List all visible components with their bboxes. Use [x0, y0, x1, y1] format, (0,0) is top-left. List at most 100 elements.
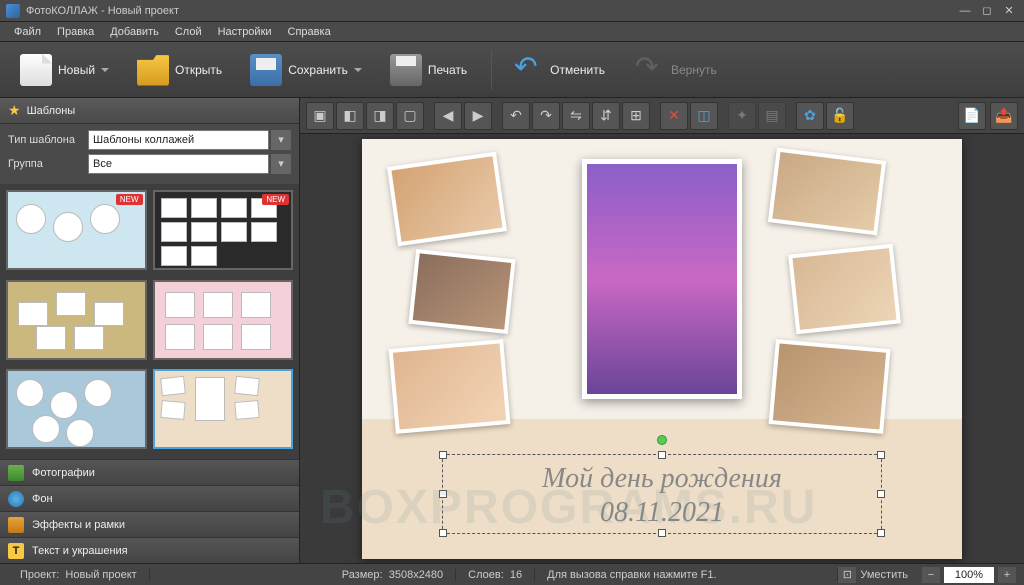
crop-button[interactable]: ◫ [690, 102, 718, 130]
template-thumb[interactable]: NEW [153, 190, 294, 270]
redo-icon [633, 54, 665, 86]
collage-photo[interactable] [387, 151, 507, 246]
redo-button: Вернуть [621, 48, 729, 92]
flip-v-button[interactable]: ⇵ [592, 102, 620, 130]
accordion-photos-label: Фотографии [32, 467, 95, 479]
align-left-button[interactable]: ◀ [434, 102, 462, 130]
group-select[interactable]: Все [88, 154, 269, 174]
zoom-value[interactable]: 100% [944, 567, 994, 583]
resize-handle[interactable] [877, 451, 885, 459]
print-button[interactable]: Печать [378, 48, 479, 92]
collage-center-photo[interactable] [582, 159, 742, 399]
type-label: Тип шаблона [8, 134, 88, 146]
center-button[interactable]: ⊞ [622, 102, 650, 130]
canvas-viewport[interactable]: Мой день рождения 08.11.2021 [300, 134, 1024, 563]
template-filters: Тип шаблона Шаблоны коллажей ▾ Группа Вс… [0, 124, 299, 184]
accordion-background[interactable]: Фон [0, 485, 299, 511]
caption-line2[interactable]: 08.11.2021 [443, 497, 881, 529]
save-button[interactable]: Сохранить [238, 48, 374, 92]
template-thumb[interactable]: NEW [6, 190, 147, 270]
export-button[interactable]: 📤 [990, 102, 1018, 130]
toolbar-separator [491, 50, 492, 90]
send-back-button[interactable]: ▢ [396, 102, 424, 130]
accordion-effects-label: Эффекты и рамки [32, 519, 125, 531]
folder-icon [137, 54, 169, 86]
templates-tab[interactable]: ★ Шаблоны [0, 98, 299, 124]
settings-button[interactable]: ✿ [796, 102, 824, 130]
add-page-button[interactable]: 📄 [958, 102, 986, 130]
zoom-fit-button[interactable]: ⊡ [838, 567, 856, 583]
menu-file[interactable]: Файл [6, 24, 49, 40]
template-thumb[interactable] [153, 280, 294, 360]
collage-canvas[interactable]: Мой день рождения 08.11.2021 [362, 139, 962, 559]
left-panel: ★ Шаблоны Тип шаблона Шаблоны коллажей ▾… [0, 98, 300, 563]
delete-button[interactable]: ✕ [660, 102, 688, 130]
new-button[interactable]: Новый [8, 48, 121, 92]
work-area: ★ Шаблоны Тип шаблона Шаблоны коллажей ▾… [0, 98, 1024, 563]
collage-photo[interactable] [408, 248, 515, 333]
align-right-button[interactable]: ▶ [464, 102, 492, 130]
zoom-fit-label[interactable]: Уместить [860, 569, 908, 581]
resize-handle[interactable] [439, 490, 447, 498]
bring-front-button[interactable]: ▣ [306, 102, 334, 130]
status-bar: Проект: Новый проект Размер: 3508x2480 С… [0, 563, 1024, 585]
accordion-text[interactable]: T Текст и украшения [0, 537, 299, 563]
new-badge: NEW [262, 194, 289, 205]
new-label: Новый [58, 63, 95, 77]
send-backward-button[interactable]: ◨ [366, 102, 394, 130]
type-select[interactable]: Шаблоны коллажей [88, 130, 269, 150]
menu-add[interactable]: Добавить [102, 24, 167, 40]
main-toolbar: Новый Открыть Сохранить Печать Отменить … [0, 42, 1024, 98]
collage-photo[interactable] [768, 147, 886, 235]
type-dropdown-button[interactable]: ▾ [271, 130, 291, 150]
save-label: Сохранить [288, 63, 348, 77]
resize-handle[interactable] [439, 451, 447, 459]
status-project: Проект: Новый проект [8, 569, 150, 581]
rotate-handle[interactable] [657, 435, 667, 445]
canvas-toolbar: ▣ ◧ ◨ ▢ ◀ ▶ ↶ ↷ ⇋ ⇵ ⊞ ✕ ◫ ✦ ▤ ✿ 🔓 📄 📤 [300, 98, 1024, 134]
template-thumb[interactable] [153, 369, 294, 449]
close-button[interactable]: ✕ [1000, 4, 1018, 18]
resize-handle[interactable] [439, 529, 447, 537]
selection-box[interactable]: Мой день рождения 08.11.2021 [442, 454, 882, 534]
accordion-effects[interactable]: Эффекты и рамки [0, 511, 299, 537]
status-help: Для вызова справки нажмите F1. [535, 569, 838, 581]
menu-help[interactable]: Справка [280, 24, 339, 40]
maximize-button[interactable]: ◻ [978, 4, 996, 18]
new-badge: NEW [116, 194, 143, 205]
flip-h-button[interactable]: ⇋ [562, 102, 590, 130]
zoom-in-button[interactable]: + [998, 567, 1016, 583]
chevron-down-icon [101, 68, 109, 72]
template-grid: NEW NEW [0, 184, 299, 459]
star-icon: ★ [8, 102, 21, 119]
collage-photo[interactable] [788, 243, 901, 334]
undo-button[interactable]: Отменить [500, 48, 617, 92]
bring-forward-button[interactable]: ◧ [336, 102, 364, 130]
resize-handle[interactable] [877, 490, 885, 498]
print-icon [390, 54, 422, 86]
menu-settings[interactable]: Настройки [210, 24, 280, 40]
rotate-right-button[interactable]: ↷ [532, 102, 560, 130]
group-dropdown-button[interactable]: ▾ [271, 154, 291, 174]
template-thumb[interactable] [6, 369, 147, 449]
accordion-background-label: Фон [32, 493, 53, 505]
template-thumb[interactable] [6, 280, 147, 360]
collage-photo[interactable] [769, 339, 891, 434]
canvas-area: ▣ ◧ ◨ ▢ ◀ ▶ ↶ ↷ ⇋ ⇵ ⊞ ✕ ◫ ✦ ▤ ✿ 🔓 📄 📤 [300, 98, 1024, 563]
menu-edit[interactable]: Правка [49, 24, 102, 40]
open-button[interactable]: Открыть [125, 48, 234, 92]
minimize-button[interactable]: — [956, 4, 974, 18]
resize-handle[interactable] [877, 529, 885, 537]
collage-photo[interactable] [389, 339, 511, 434]
accordion-photos[interactable]: Фотографии [0, 459, 299, 485]
save-icon [250, 54, 282, 86]
redo-label: Вернуть [671, 63, 717, 77]
globe-icon [8, 491, 24, 507]
rotate-left-button[interactable]: ↶ [502, 102, 530, 130]
resize-handle[interactable] [658, 451, 666, 459]
lock-button[interactable]: 🔓 [826, 102, 854, 130]
menu-layer[interactable]: Слой [167, 24, 210, 40]
caption-line1[interactable]: Мой день рождения [443, 463, 881, 495]
resize-handle[interactable] [658, 529, 666, 537]
zoom-out-button[interactable]: − [922, 567, 940, 583]
